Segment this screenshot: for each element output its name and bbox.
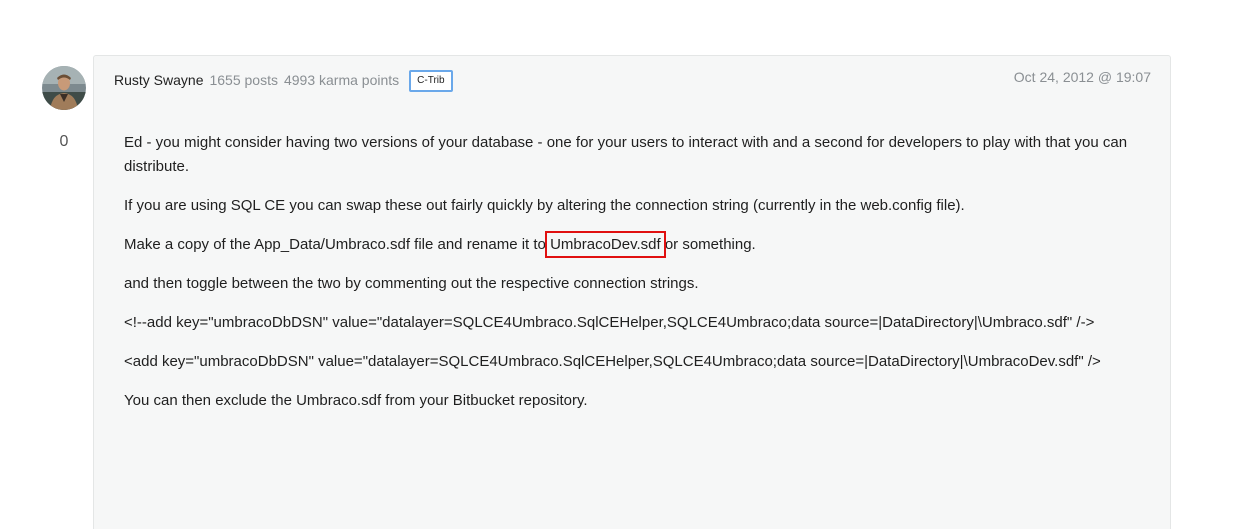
paragraph-text: Make a copy of the App_Data/Umbraco.sdf … bbox=[124, 236, 551, 253]
highlighted-filename: UmbracoDev.sdf bbox=[545, 231, 666, 258]
code-line: <add key="umbracoDbDSN" value="datalayer… bbox=[124, 353, 1101, 370]
forum-post: 0 Rusty Swayne 1655 posts 4993 karma poi… bbox=[0, 0, 1255, 529]
post-meta: Rusty Swayne 1655 posts 4993 karma point… bbox=[114, 68, 453, 92]
vote-count: 0 bbox=[59, 133, 69, 150]
contributor-badge: C-Trib bbox=[409, 70, 453, 92]
author-name[interactable]: Rusty Swayne bbox=[114, 72, 203, 88]
paragraph-text: or something. bbox=[660, 236, 756, 253]
karma-points: 4993 karma points bbox=[283, 72, 400, 88]
post-count: 1655 posts bbox=[209, 72, 278, 88]
paragraph: Make a copy of the App_Data/Umbraco.sdf … bbox=[124, 231, 1134, 258]
paragraph: You can then exclude the Umbraco.sdf fro… bbox=[124, 392, 588, 409]
paragraph: If you are using SQL CE you can swap the… bbox=[124, 197, 965, 214]
post-card: Rusty Swayne 1655 posts 4993 karma point… bbox=[93, 55, 1171, 529]
paragraph: Ed - you might consider having two versi… bbox=[124, 134, 1128, 175]
user-photo-icon bbox=[42, 66, 86, 110]
avatar[interactable] bbox=[42, 66, 86, 110]
post-date[interactable]: Oct 24, 2012 @ 19:07 bbox=[1014, 69, 1151, 85]
code-comment-line: <!--add key="umbracoDbDSN" value="datala… bbox=[124, 314, 1095, 331]
paragraph: and then toggle between the two by comme… bbox=[124, 275, 699, 292]
post-body: Ed - you might consider having two versi… bbox=[124, 131, 1134, 428]
